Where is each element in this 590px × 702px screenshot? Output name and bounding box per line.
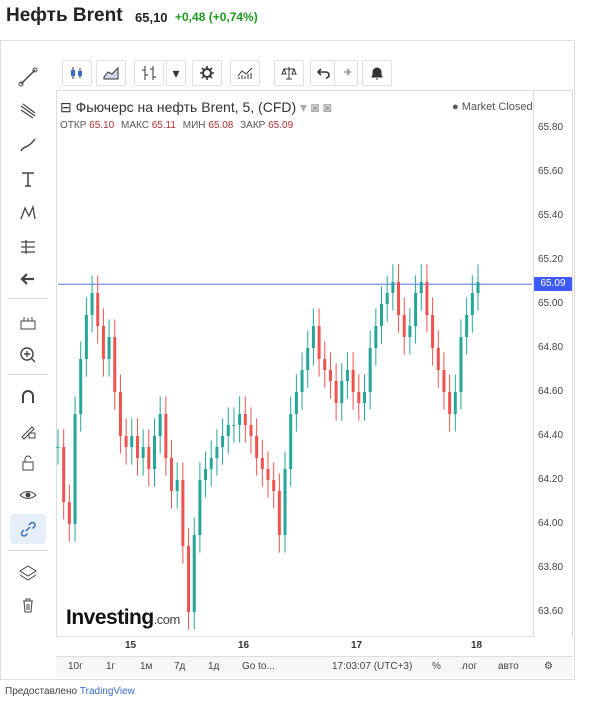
y-tick-label: 65.00 (538, 298, 564, 309)
zoom-in-icon[interactable] (10, 340, 46, 370)
symbol-name: Фьючерс на нефть Brent, 5, (CFD) (75, 99, 297, 115)
x-tick-label: 17 (351, 640, 363, 651)
y-tick-label: 65.20 (538, 254, 564, 265)
open-value: 65.10 (89, 120, 115, 131)
last-price: 65,10 (135, 10, 168, 25)
low-label: МИН (182, 120, 206, 131)
drawing-toolbar (6, 50, 50, 620)
area-chart-icon[interactable] (96, 60, 126, 86)
redo-icon[interactable] (334, 60, 358, 86)
y-tick-label: 65.80 (538, 122, 564, 133)
market-status: ● Market Closed (452, 101, 533, 113)
layers-icon[interactable] (10, 558, 46, 588)
eye-icon[interactable] (10, 480, 46, 510)
toolbar-divider (8, 550, 48, 551)
brush-icon[interactable] (10, 130, 46, 160)
auto-toggle[interactable]: авто (498, 661, 519, 672)
y-tick-label: 64.40 (538, 430, 564, 441)
investing-logo: Investing.com (66, 606, 180, 629)
range-1y[interactable]: 1г (106, 661, 115, 672)
magnet-icon[interactable] (10, 382, 46, 412)
toolbar-divider (8, 374, 48, 375)
balance-scale-icon[interactable] (274, 60, 304, 86)
open-label: ОТКР (60, 120, 87, 131)
attribution: Предоставлено TradingView (5, 686, 135, 697)
y-tick-label: 63.80 (538, 562, 564, 573)
range-10y[interactable]: 10г (68, 661, 83, 672)
candles-icon[interactable] (62, 60, 92, 86)
goto-button[interactable]: Go to... (242, 661, 275, 672)
arrow-left-icon[interactable] (10, 264, 46, 294)
undo-icon[interactable] (310, 60, 336, 86)
x-tick-label: 15 (125, 640, 137, 651)
range-1m[interactable]: 1м (140, 661, 152, 672)
x-tick-label: 18 (471, 640, 483, 651)
y-tick-label: 64.00 (538, 518, 564, 529)
price-change: +0,48 (+0,74%) (175, 10, 258, 24)
x-tick-label: 16 (238, 640, 250, 651)
attribution-text: Предоставлено (5, 686, 78, 697)
quote-header: Нефть Brent 65,10 +0,48 (+0,74%) (0, 0, 590, 36)
current-price-label: 65.09 (534, 277, 572, 292)
text-tool-icon[interactable] (10, 164, 46, 194)
settings-gear-icon[interactable]: ⚙ (544, 661, 553, 672)
trend-line-icon[interactable] (10, 62, 46, 92)
log-toggle[interactable]: лог (462, 661, 477, 672)
low-value: 65.08 (208, 120, 234, 131)
trash-icon[interactable] (10, 590, 46, 620)
settings-gear-icon[interactable] (192, 60, 222, 86)
range-7d[interactable]: 7д (174, 661, 185, 672)
link-icon[interactable] (10, 514, 46, 544)
chart-toolbar: ▾ (58, 58, 570, 88)
unlock-icon[interactable] (10, 448, 46, 478)
bottom-toolbar: 10г 1г 1м 7д 1д Go to... 17:03:07 (UTC+3… (56, 656, 573, 677)
y-tick-label: 65.60 (538, 166, 564, 177)
more-dropdown[interactable]: ▾ (166, 60, 186, 86)
y-tick-label: 64.80 (538, 342, 564, 353)
measure-icon[interactable] (10, 308, 46, 338)
lock-drawing-icon[interactable] (10, 416, 46, 446)
indicators-icon[interactable] (230, 60, 260, 86)
y-tick-label: 64.60 (538, 386, 564, 397)
y-tick-label: 64.20 (538, 474, 564, 485)
instrument-title: Нефть Brent (6, 5, 123, 26)
prediction-tool-icon[interactable] (10, 232, 46, 262)
symbol-legend: ⊟ Фьючерс на нефть Brent, 5, (CFD) ▾ ◙ ◙ (60, 99, 332, 115)
pattern-tool-icon[interactable] (10, 198, 46, 228)
ohlc-legend: ОТКР 65.10 МАКС 65.11 МИН 65.08 ЗАКР 65.… (60, 120, 297, 131)
alert-bell-icon[interactable] (362, 60, 392, 86)
percent-toggle[interactable]: % (432, 661, 441, 672)
clock-time: 17:03:07 (UTC+3) (332, 661, 413, 672)
fib-tool-icon[interactable] (10, 96, 46, 126)
market-status-label: Market Closed (461, 101, 533, 113)
chart-pane[interactable] (56, 90, 534, 637)
y-tick-label: 63.60 (538, 606, 564, 617)
tradingview-link[interactable]: TradingView (80, 686, 135, 697)
close-label: ЗАКР (240, 120, 266, 131)
compare-icon[interactable] (134, 60, 164, 86)
high-label: МАКС (120, 120, 149, 131)
y-tick-label: 65.40 (538, 210, 564, 221)
close-value: 65.09 (268, 120, 294, 131)
toolbar-divider (8, 298, 48, 299)
range-1d[interactable]: 1д (208, 661, 219, 672)
high-value: 65.11 (151, 120, 176, 131)
